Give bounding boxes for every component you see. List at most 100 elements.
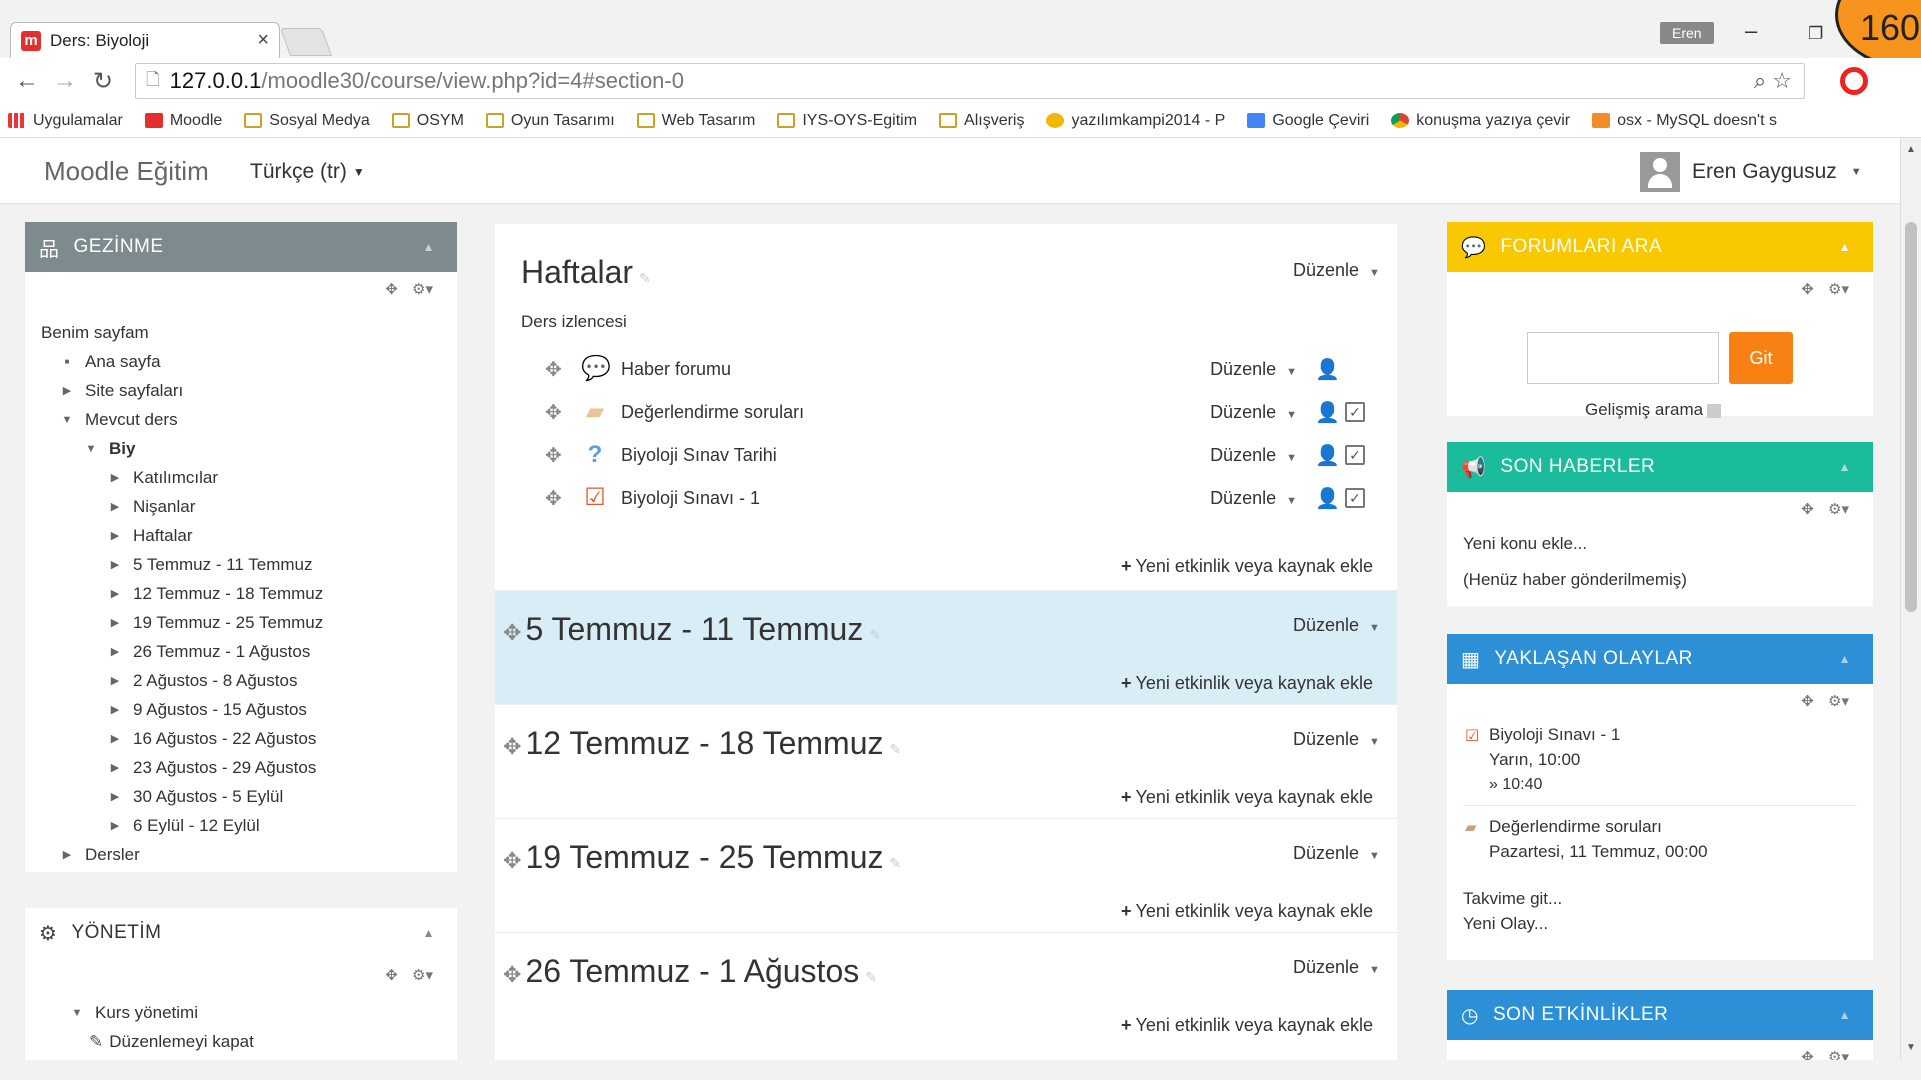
move-block-icon[interactable]: ✥ xyxy=(1801,501,1814,518)
collapse-up-icon[interactable]: ▲ xyxy=(423,240,435,254)
activity-link[interactable]: Haber forumu xyxy=(621,359,1210,380)
tree-item[interactable]: ▼ Mevcut ders xyxy=(41,405,457,434)
forum-search-input[interactable] xyxy=(1527,332,1719,384)
tree-item[interactable]: ▶ 2 Ağustos - 8 Ağustos xyxy=(41,666,457,695)
site-brand[interactable]: Moodle Eğitim xyxy=(44,156,209,187)
bookmark-item[interactable]: Alışveriş xyxy=(939,112,1024,130)
section-edit-menu[interactable]: Düzenle ▼ xyxy=(1293,260,1380,281)
activity-edit-menu[interactable]: Düzenle ▼ xyxy=(1210,445,1297,466)
administration-block-header[interactable]: ⚙ YÖNETİM ▲ xyxy=(25,908,457,958)
forum-search-header[interactable]: 💬 FORUMLARI ARA ▲ xyxy=(1447,222,1873,272)
new-event-link[interactable]: Yeni Olay... xyxy=(1447,911,1873,936)
tree-item[interactable]: ▶ Nişanlar xyxy=(41,492,457,521)
activity-edit-menu[interactable]: Düzenle ▼ xyxy=(1210,359,1297,380)
move-block-icon[interactable]: ✥ xyxy=(1801,281,1814,298)
bookmark-item[interactable]: yazılımkampi2014 - P xyxy=(1046,112,1225,130)
section-edit-menu[interactable]: Düzenle ▼ xyxy=(1293,957,1380,978)
bookmark-item[interactable]: osx - MySQL doesn't s xyxy=(1592,112,1777,130)
edit-title-icon[interactable]: ✎ xyxy=(639,270,651,286)
move-block-icon[interactable]: ✥ xyxy=(1801,1049,1814,1060)
address-bar[interactable]: 🗋 127.0.0.1/moodle30/course/view.php?id=… xyxy=(135,63,1805,99)
activity-link[interactable]: Biyoloji Sınavı - 1 xyxy=(621,488,1210,509)
bookmark-item[interactable]: Web Tasarım xyxy=(636,112,755,130)
latest-news-header[interactable]: 📢 SON HABERLER ▲ xyxy=(1447,442,1873,492)
tree-item[interactable]: ▶ 16 Ağustos - 22 Ağustos xyxy=(41,724,457,753)
gear-icon[interactable]: ⚙▾ xyxy=(1828,693,1849,710)
scroll-thumb[interactable] xyxy=(1905,222,1917,612)
collapse-up-icon[interactable]: ▲ xyxy=(1839,652,1851,666)
bookmark-item[interactable]: Uygulamalar xyxy=(8,112,123,130)
add-topic-link[interactable]: Yeni konu ekle... xyxy=(1447,524,1873,554)
bookmark-item[interactable]: Google Çeviri xyxy=(1247,112,1369,130)
event-name-link[interactable]: Değerlendirme soruları xyxy=(1463,814,1873,839)
section-edit-menu[interactable]: Düzenle ▼ xyxy=(1293,843,1380,864)
tree-item[interactable]: ▼ Biy xyxy=(41,434,457,463)
collapse-up-icon[interactable]: ▲ xyxy=(1839,1008,1851,1022)
bookmark-item[interactable]: Sosyal Medya xyxy=(244,112,370,130)
forum-search-button[interactable]: Git xyxy=(1729,332,1793,384)
section-edit-menu[interactable]: Düzenle ▼ xyxy=(1293,729,1380,750)
back-arrow-icon[interactable]: ← xyxy=(8,67,46,95)
completion-checkbox[interactable]: ✓ xyxy=(1345,445,1365,465)
tree-item-duzenlemeyi-kapat[interactable]: ✎ Düzenlemeyi kapat xyxy=(41,1027,457,1056)
language-menu[interactable]: Türkçe (tr) ▼ xyxy=(250,160,365,184)
reload-icon[interactable]: ↻ xyxy=(84,67,122,96)
opera-extension-icon[interactable] xyxy=(1840,67,1868,95)
add-activity-link[interactable]: + Yeni etkinlik veya kaynak ekle xyxy=(1121,556,1373,577)
edit-title-icon[interactable]: ✎ xyxy=(869,627,881,643)
activity-link[interactable]: Değerlendirme soruları xyxy=(621,402,1210,423)
move-icon[interactable]: ✥ xyxy=(545,400,565,425)
browser-tab-active[interactable]: m Ders: Biyoloji × xyxy=(10,22,280,58)
tab-close-icon[interactable]: × xyxy=(257,29,269,52)
minimize-icon[interactable]: – xyxy=(1745,18,1757,44)
move-icon[interactable]: ✥ xyxy=(503,848,521,873)
collapse-up-icon[interactable]: ▲ xyxy=(1839,460,1851,474)
activity-link[interactable]: Biyoloji Sınav Tarihi xyxy=(621,445,1210,466)
completion-checkbox[interactable]: ✓ xyxy=(1345,402,1365,422)
tree-item[interactable]: ▶ 12 Temmuz - 18 Temmuz xyxy=(41,579,457,608)
tree-item[interactable]: ▶ 26 Temmuz - 1 Ağustos xyxy=(41,637,457,666)
gear-icon[interactable]: ⚙▾ xyxy=(1828,501,1849,518)
tree-item[interactable]: ▶ 5 Temmuz - 11 Temmuz xyxy=(41,550,457,579)
move-icon[interactable]: ✥ xyxy=(545,357,565,382)
edit-title-icon[interactable]: ✎ xyxy=(890,855,902,871)
edit-title-icon[interactable]: ✎ xyxy=(865,969,877,985)
tree-item[interactable]: ▶ Haftalar xyxy=(41,521,457,550)
forward-arrow-icon[interactable]: → xyxy=(46,67,84,95)
user-icon[interactable]: 👤 xyxy=(1315,400,1345,425)
new-tab-button[interactable] xyxy=(279,28,333,56)
restore-icon[interactable]: ❐ xyxy=(1808,24,1823,44)
edit-title-icon[interactable]: ✎ xyxy=(890,741,902,757)
tree-item[interactable]: ▶ Katılımcılar xyxy=(41,463,457,492)
gear-icon[interactable]: ⚙▾ xyxy=(412,281,433,298)
tree-item-kurs-yonetimi[interactable]: ▼ Kurs yönetimi xyxy=(41,998,457,1027)
user-icon[interactable]: 👤 xyxy=(1315,443,1345,468)
collapse-up-icon[interactable]: ▲ xyxy=(1839,240,1851,254)
gear-icon[interactable]: ⚙▾ xyxy=(412,967,433,984)
move-block-icon[interactable]: ✥ xyxy=(385,967,398,984)
gear-icon[interactable]: ⚙▾ xyxy=(1828,1049,1849,1060)
move-block-icon[interactable]: ✥ xyxy=(1801,693,1814,710)
user-menu[interactable]: Eren Gaygusuz ▼ xyxy=(1640,152,1862,192)
bookmark-star-icon[interactable]: ☆ xyxy=(1772,68,1792,93)
move-icon[interactable]: ✥ xyxy=(545,486,565,511)
add-activity-link[interactable]: + Yeni etkinlik veya kaynak ekle xyxy=(1121,787,1373,808)
user-icon[interactable]: 👤 xyxy=(1315,486,1345,511)
add-activity-link[interactable]: + Yeni etkinlik veya kaynak ekle xyxy=(1121,1015,1373,1036)
event-name-link[interactable]: Biyoloji Sınavı - 1 xyxy=(1463,722,1873,747)
browser-profile-chip[interactable]: Eren xyxy=(1660,22,1714,44)
tree-item[interactable]: Benim sayfam xyxy=(41,318,457,347)
tree-item[interactable]: ▶ Dersler xyxy=(41,840,457,869)
upcoming-events-header[interactable]: ▦ YAKLAŞAN OLAYLAR ▲ xyxy=(1447,634,1873,684)
tree-item[interactable]: ▶ 23 Ağustos - 29 Ağustos xyxy=(41,753,457,782)
bookmark-item[interactable]: IYS-OYS-Egitim xyxy=(777,112,917,130)
bookmark-item[interactable]: Moodle xyxy=(144,112,222,130)
tree-item[interactable]: ▶ 19 Temmuz - 25 Temmuz xyxy=(41,608,457,637)
tree-item[interactable]: ▶ 9 Ağustos - 15 Ağustos xyxy=(41,695,457,724)
section-edit-menu[interactable]: Düzenle ▼ xyxy=(1293,615,1380,636)
advanced-search-link[interactable]: Gelişmiş arama xyxy=(1585,400,1722,420)
tree-item[interactable]: ▶ 30 Ağustos - 5 Eylül xyxy=(41,782,457,811)
activity-edit-menu[interactable]: Düzenle ▼ xyxy=(1210,402,1297,423)
collapse-up-icon[interactable]: ▲ xyxy=(423,926,435,940)
bookmark-item[interactable]: Oyun Tasarımı xyxy=(485,112,615,130)
